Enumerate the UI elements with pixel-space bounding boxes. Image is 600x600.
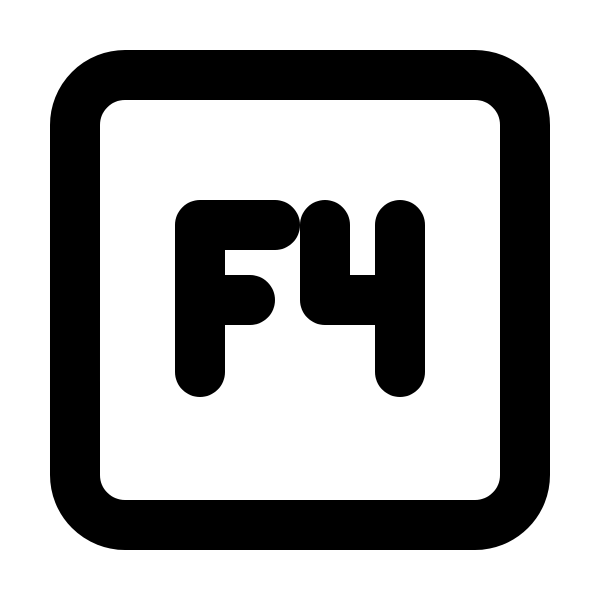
icon-canvas: F4 bbox=[0, 0, 600, 600]
f4-key-icon bbox=[50, 50, 550, 550]
digit-four-glyph bbox=[300, 200, 425, 397]
letter-f-glyph bbox=[175, 200, 300, 397]
